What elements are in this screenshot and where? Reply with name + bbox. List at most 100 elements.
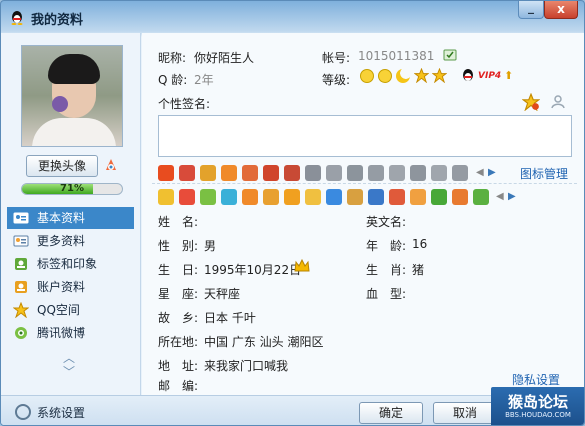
window-title: 我的资料	[31, 13, 84, 28]
profile-completion-bar: 71%	[21, 183, 123, 195]
age-value: 16	[412, 237, 428, 251]
arrow-right-icon[interactable]: ▶	[488, 167, 496, 178]
service-icon[interactable]	[200, 165, 216, 181]
nav-label: 标签和印象	[37, 257, 98, 271]
level-star-icon	[432, 68, 447, 83]
service-icon[interactable]	[452, 165, 468, 181]
zodiac-value: 猪	[412, 263, 425, 277]
service-icon-row-1: ◀ ▶	[158, 165, 498, 183]
divider	[152, 183, 577, 184]
service-icon[interactable]	[305, 189, 321, 205]
weibo-icon	[15, 327, 27, 339]
service-icon[interactable]	[410, 189, 426, 205]
arrow-left-icon[interactable]: ◀	[496, 191, 504, 202]
service-icon[interactable]	[452, 189, 468, 205]
nav-item-basic-info[interactable]: 基本资料	[7, 207, 134, 229]
service-icon[interactable]	[200, 189, 216, 205]
vip-badge[interactable]: VIP4	[478, 71, 501, 81]
service-icon[interactable]	[158, 189, 174, 205]
copy-icon[interactable]	[443, 49, 457, 61]
nav-item-account[interactable]: 账户资料	[7, 276, 134, 298]
avatar-hair	[48, 54, 100, 84]
service-icon[interactable]	[389, 165, 405, 181]
profile-window: 我的资料 _ x 更换头像 71% 基本资料 更多资料 标签和印象 账户资料 Q…	[0, 0, 585, 426]
avatar[interactable]	[21, 45, 123, 147]
service-icon[interactable]	[158, 165, 174, 181]
service-icon[interactable]	[263, 165, 279, 181]
nav-label: 基本资料	[37, 211, 86, 225]
avatar-decorate-icon[interactable]	[103, 157, 119, 173]
level-moon-icon	[396, 69, 410, 83]
nav-item-qzone[interactable]: QQ空间	[7, 299, 134, 321]
account-icon	[15, 281, 27, 293]
gear-icon[interactable]	[15, 404, 31, 420]
service-icon[interactable]	[221, 165, 237, 181]
nav-label: 账户资料	[37, 280, 86, 294]
service-icon[interactable]	[263, 189, 279, 205]
service-icon[interactable]	[347, 189, 363, 205]
ok-button[interactable]: 确定	[359, 402, 423, 424]
person-icon[interactable]	[550, 93, 566, 109]
service-icon-row-2: ◀ ▶	[158, 189, 518, 207]
service-icon[interactable]	[389, 189, 405, 205]
signature-input[interactable]	[158, 115, 572, 157]
nickname-value[interactable]: 你好陌生人	[194, 49, 254, 66]
title-bar[interactable]: 我的资料 _ x	[1, 1, 584, 33]
nav-label: 腾讯微博	[37, 326, 86, 340]
service-icon[interactable]	[221, 189, 237, 205]
qzone-star-icon[interactable]	[522, 93, 540, 111]
service-icon[interactable]	[242, 165, 258, 181]
service-icon[interactable]	[347, 165, 363, 181]
service-icon[interactable]	[179, 165, 195, 181]
service-icon[interactable]	[179, 189, 195, 205]
service-icon[interactable]	[473, 189, 489, 205]
vip-up-arrow-icon: ⬆	[504, 69, 514, 82]
watermark-sub: BBS.HOUDAO.COM	[505, 411, 571, 419]
birthday-crown-icon[interactable]	[294, 259, 310, 273]
service-icon[interactable]	[368, 165, 384, 181]
arrow-left-icon[interactable]: ◀	[476, 167, 484, 178]
postcode-label: 邮 编:	[158, 379, 199, 393]
service-icon[interactable]	[326, 189, 342, 205]
service-icon[interactable]	[305, 165, 321, 181]
gender-label: 性 别:	[158, 239, 199, 253]
qage-value: 2年	[194, 73, 214, 87]
nav-item-more-info[interactable]: 更多资料	[7, 230, 134, 252]
avatar-flower	[52, 96, 68, 112]
service-icon[interactable]	[368, 189, 384, 205]
icon-manage-link[interactable]: 图标管理	[520, 165, 568, 182]
service-icon[interactable]	[431, 165, 447, 181]
vip-penguin-icon[interactable]	[460, 67, 476, 83]
id-card-icon	[13, 212, 29, 224]
service-icon[interactable]	[410, 165, 426, 181]
service-icon[interactable]	[431, 189, 447, 205]
zodiac-label: 生 肖:	[366, 263, 407, 277]
location-value: 中国 广东 汕头 潮阳区	[204, 335, 324, 349]
more-info-icon	[13, 235, 29, 247]
level-star-icon	[414, 68, 429, 83]
minimize-button[interactable]: _	[518, 1, 544, 19]
nav-label: QQ空间	[37, 303, 80, 317]
service-icon[interactable]	[284, 165, 300, 181]
qage-label: Q 龄:	[158, 73, 188, 87]
system-settings-link[interactable]: 系统设置	[37, 404, 85, 421]
service-icon[interactable]	[284, 189, 300, 205]
gender-value: 男	[204, 239, 217, 253]
account-value: 1015011381	[358, 49, 435, 63]
watermark-text: 猴岛论坛	[507, 393, 568, 411]
service-icon[interactable]	[242, 189, 258, 205]
nav-item-tags[interactable]: 标签和印象	[7, 253, 134, 275]
cancel-button[interactable]: 取消	[433, 402, 497, 424]
progress-label: 71%	[60, 183, 84, 194]
scroll-down-icon[interactable]: ﹀	[63, 363, 75, 380]
service-icon[interactable]	[326, 165, 342, 181]
hometown-value: 日本 千叶	[204, 311, 256, 325]
close-button[interactable]: x	[544, 1, 578, 19]
arrow-right-icon[interactable]: ▶	[508, 191, 516, 202]
change-avatar-button[interactable]: 更换头像	[26, 155, 98, 177]
main-panel: 昵称: 你好陌生人 帐号: 1015011381 Q 龄: 2年 等级: VIP…	[142, 33, 584, 395]
qzone-star-icon	[13, 302, 29, 318]
nav-item-weibo[interactable]: 腾讯微博	[7, 322, 134, 344]
level-sun-icon	[360, 69, 374, 83]
privacy-settings-link[interactable]: 隐私设置	[512, 371, 560, 388]
